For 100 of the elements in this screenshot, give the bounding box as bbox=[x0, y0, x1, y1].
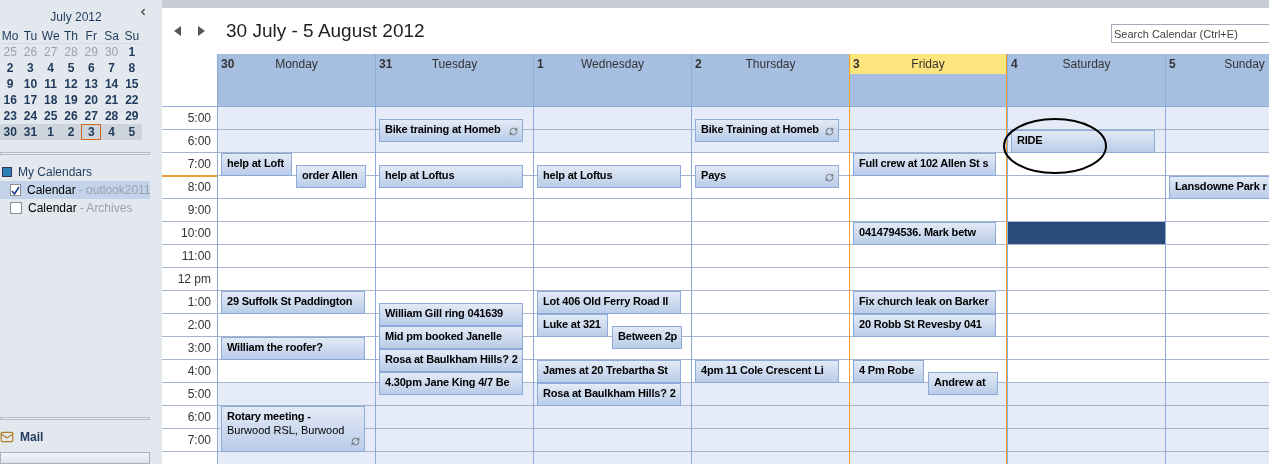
search-field[interactable]: Search Calendar (Ctrl+E) bbox=[1111, 24, 1269, 43]
previous-week-icon[interactable] bbox=[174, 26, 181, 36]
check-icon bbox=[11, 185, 20, 195]
day-header[interactable]: 4 Saturday bbox=[1008, 54, 1165, 107]
date-cell[interactable]: 23 bbox=[0, 108, 21, 124]
date-cell[interactable]: 4 bbox=[40, 60, 61, 76]
date-cell[interactable]: 11 bbox=[40, 76, 61, 92]
time-label: 5:00 bbox=[187, 386, 211, 403]
date-cell[interactable]: 21 bbox=[101, 92, 122, 108]
week-row[interactable]: 9 10 11 12 13 14 15 bbox=[0, 76, 142, 92]
event[interactable]: Lot 406 Old Ferry Road Il bbox=[537, 291, 681, 314]
date-cell[interactable]: 5 bbox=[121, 124, 142, 140]
date-cell[interactable]: 31 bbox=[20, 124, 41, 140]
calendar-group-title[interactable]: My Calendars bbox=[18, 163, 93, 181]
date-cell[interactable]: 1 bbox=[121, 44, 142, 60]
checkbox[interactable] bbox=[10, 184, 21, 196]
event[interactable]: William the roofer? bbox=[221, 337, 365, 360]
date-cell[interactable]: 20 bbox=[81, 92, 102, 108]
event[interactable]: Bike Training at Homeb bbox=[695, 118, 839, 142]
event[interactable]: Bike training at Homeb bbox=[379, 118, 523, 142]
date-cell[interactable]: 19 bbox=[60, 92, 82, 108]
event[interactable]: Mid pm booked Janelle bbox=[379, 325, 523, 349]
event[interactable]: order Allen bbox=[296, 164, 366, 188]
event[interactable]: Luke at 321 bbox=[537, 314, 608, 337]
event[interactable]: Fix church leak on Barker bbox=[853, 291, 996, 314]
date-cell[interactable]: 12 bbox=[60, 76, 82, 92]
time-label: 7:00 bbox=[187, 432, 211, 449]
week-row[interactable]: 16 17 18 19 20 21 22 bbox=[0, 92, 142, 108]
date-cell[interactable]: 9 bbox=[0, 76, 21, 92]
date-cell[interactable]: 6 bbox=[81, 60, 102, 76]
day-grid[interactable]: help at Loft order Allen 29 Suffolk St Paddington William the roofer? Rotary meeting - Burwood RSL, Burwood bbox=[218, 107, 375, 464]
next-week-icon[interactable] bbox=[198, 26, 205, 36]
calendar-name: Calendar bbox=[28, 200, 77, 217]
calendar-item[interactable]: Calendar - Archives bbox=[0, 199, 150, 217]
event[interactable]: help at Loftus bbox=[537, 164, 681, 188]
event[interactable]: 20 Robb St Revesby 041 bbox=[853, 314, 996, 337]
envelope-icon[interactable] bbox=[0, 430, 14, 444]
week-row[interactable]: 30 31 1 2 3 4 5 bbox=[0, 124, 142, 140]
day-header[interactable]: 3 Friday bbox=[850, 54, 1006, 107]
day-header[interactable]: 30 Monday bbox=[218, 54, 375, 107]
date-cell[interactable]: 2 bbox=[0, 60, 21, 76]
event[interactable]: help at Loft bbox=[221, 153, 292, 176]
event[interactable]: Lansdowne Park r bbox=[1169, 176, 1269, 199]
day-grid[interactable]: Bike training at Homeb help at Loftus William Gill ring 041639 Mid pm booked Janelle Rosa at Baulkham Hills? 2 4.30pm Jane King 4/7 Be bbox=[376, 107, 533, 464]
week-row[interactable]: 25 26 27 28 29 30 1 bbox=[0, 44, 142, 60]
event[interactable]: William Gill ring 041639 bbox=[379, 302, 523, 326]
calendar-item[interactable]: Calendar - outlook2011 bbox=[0, 181, 150, 199]
date-cell[interactable]: 5 bbox=[60, 60, 82, 76]
event[interactable]: James at 20 Trebartha St bbox=[537, 360, 681, 383]
date-cell[interactable]: 24 bbox=[20, 108, 41, 124]
date-cell[interactable]: 25 bbox=[40, 108, 61, 124]
date-cell[interactable]: 2 bbox=[60, 124, 82, 140]
day-grid[interactable]: Bike Training at Homeb Pays 4pm 11 Cole Crescent Li bbox=[692, 107, 849, 464]
date-cell[interactable]: 13 bbox=[81, 76, 102, 92]
event[interactable]: 4 Pm Robe bbox=[853, 360, 924, 383]
event[interactable]: Rosa at Baulkham Hills? 2 bbox=[379, 348, 523, 372]
checkbox[interactable] bbox=[10, 202, 22, 214]
date-cell[interactable]: 4 bbox=[101, 124, 122, 140]
date-cell[interactable]: 27 bbox=[81, 108, 102, 124]
date-cell[interactable]: 17 bbox=[20, 92, 41, 108]
date-cell[interactable]: 18 bbox=[40, 92, 61, 108]
date-cell[interactable]: 29 bbox=[121, 108, 142, 124]
event[interactable]: Full crew at 102 Allen St s bbox=[853, 153, 996, 176]
date-cell[interactable]: 8 bbox=[121, 60, 142, 76]
event[interactable]: help at Loftus bbox=[379, 164, 523, 188]
event[interactable]: Pays bbox=[695, 164, 839, 188]
date-cell[interactable]: 15 bbox=[121, 76, 142, 92]
date-cell[interactable]: 7 bbox=[101, 60, 122, 76]
event[interactable]: Andrew at bbox=[928, 371, 998, 395]
day-header[interactable]: 2 Thursday bbox=[692, 54, 849, 107]
event[interactable]: 4.30pm Jane King 4/7 Be bbox=[379, 371, 523, 395]
event[interactable]: Rotary meeting - Burwood RSL, Burwood bbox=[221, 406, 365, 452]
day-grid[interactable]: Full crew at 102 Allen St s 0414794536. Mark betw Fix church leak on Barker 20 Robb St Revesby 041 4 Pm Robe Andrew at bbox=[850, 107, 1006, 464]
event[interactable]: Rosa at Baulkham Hills? 2 bbox=[537, 383, 681, 406]
date-cell[interactable]: 3 bbox=[20, 60, 41, 76]
day-grid[interactable]: help at Loftus Lot 406 Old Ferry Road Il Luke at 321 Between 2p James at 20 Trebartha St Rosa at Baulkham Hills? 2 bbox=[534, 107, 691, 464]
date-cell[interactable]: 28 bbox=[101, 108, 122, 124]
event[interactable]: 0414794536. Mark betw bbox=[853, 222, 996, 245]
day-grid[interactable]: Lansdowne Park r bbox=[1166, 107, 1269, 464]
date-cell[interactable]: 26 bbox=[60, 108, 82, 124]
day-header[interactable]: 31 Tuesday bbox=[376, 54, 533, 107]
date-cell[interactable]: 10 bbox=[20, 76, 41, 92]
date-cell[interactable]: 1 bbox=[40, 124, 61, 140]
time-label: 6:00 bbox=[187, 133, 211, 150]
event[interactable]: RIDE bbox=[1011, 130, 1155, 153]
event[interactable]: Between 2p bbox=[612, 325, 682, 349]
nav-link[interactable]: Mail bbox=[20, 428, 44, 446]
week-row[interactable]: 2 3 4 5 6 7 8 bbox=[0, 60, 142, 76]
date-cell[interactable]: 3 bbox=[81, 124, 102, 140]
collapse-icon[interactable] bbox=[138, 6, 148, 18]
event[interactable]: 4pm 11 Cole Crescent Li bbox=[695, 360, 839, 383]
date-cell[interactable]: 22 bbox=[121, 92, 142, 108]
date-cell[interactable]: 16 bbox=[0, 92, 21, 108]
recurring-icon bbox=[351, 437, 360, 446]
week-row[interactable]: 23 24 25 26 27 28 29 bbox=[0, 108, 142, 124]
date-cell[interactable]: 14 bbox=[101, 76, 122, 92]
event[interactable]: 29 Suffolk St Paddington bbox=[221, 291, 365, 314]
day-header[interactable]: 1 Wednesday bbox=[534, 54, 691, 107]
date-cell[interactable]: 30 bbox=[0, 124, 21, 140]
day-header[interactable]: 5 Sunday bbox=[1166, 54, 1269, 107]
